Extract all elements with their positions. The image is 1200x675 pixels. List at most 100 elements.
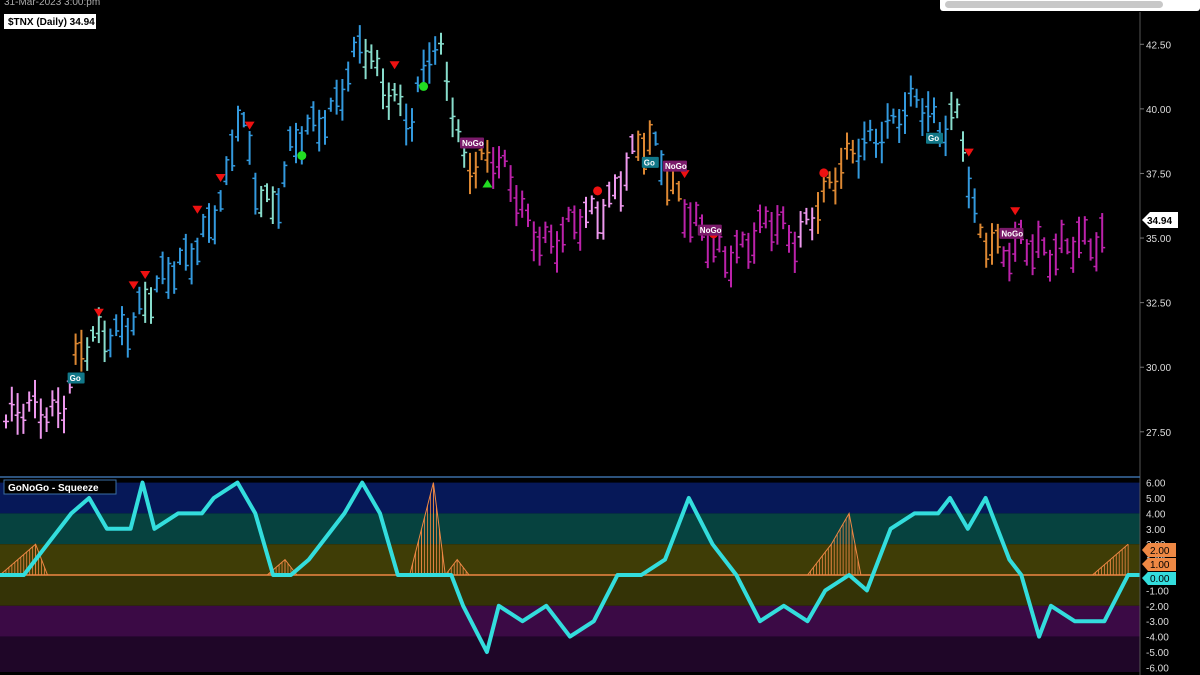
chart-canvas: Go Go Go NoGo NoGo NoGo NoGo 42.50 40.00 37.50 35… bbox=[0, 12, 1178, 675]
price-bar bbox=[652, 131, 659, 146]
price-bar bbox=[1023, 239, 1030, 266]
price-bar bbox=[745, 232, 752, 269]
price-bar bbox=[757, 204, 763, 234]
price-bar bbox=[565, 206, 572, 223]
price-bar bbox=[501, 149, 508, 168]
price-bar bbox=[385, 82, 392, 120]
price-bar bbox=[960, 131, 966, 162]
price-bar bbox=[1070, 236, 1077, 273]
down-triangle-1 bbox=[128, 281, 139, 290]
price-bar bbox=[1000, 246, 1007, 267]
price-bar bbox=[722, 246, 729, 278]
squeeze-band-0 bbox=[0, 482, 1140, 514]
price-bar bbox=[751, 222, 758, 264]
price-bar bbox=[971, 188, 978, 223]
price-bar bbox=[391, 82, 398, 102]
nogo-label-3: NoGo bbox=[1001, 229, 1023, 238]
price-bar bbox=[646, 120, 653, 155]
price-bar bbox=[965, 166, 972, 209]
price-bar bbox=[148, 287, 154, 324]
go-label-2: Go bbox=[928, 134, 939, 143]
price-bar bbox=[913, 88, 920, 108]
price-bar bbox=[681, 199, 688, 238]
price-bar bbox=[316, 109, 323, 152]
price-bar bbox=[931, 97, 937, 124]
price-bar bbox=[188, 243, 195, 285]
price-bar bbox=[409, 108, 415, 142]
price-bar bbox=[258, 185, 265, 218]
price-bar bbox=[1087, 238, 1094, 261]
price-bar bbox=[490, 147, 497, 189]
price-bar bbox=[200, 213, 207, 238]
price-bar bbox=[768, 211, 775, 252]
price-bar bbox=[496, 146, 502, 179]
price-bar bbox=[8, 386, 15, 422]
price-bar bbox=[333, 79, 340, 115]
squeeze-band-4 bbox=[0, 605, 1140, 637]
squeeze-value-label-1: 1.00 bbox=[1150, 560, 1170, 571]
red-dot-2 bbox=[819, 168, 829, 178]
last-price-tag: 34.94 bbox=[1142, 212, 1178, 228]
squeeze-tick-label-12: -6.00 bbox=[1146, 663, 1169, 674]
price-bar bbox=[153, 275, 160, 293]
price-bar bbox=[554, 231, 560, 273]
price-bar bbox=[693, 201, 700, 227]
squeeze-tick-label-11: -5.00 bbox=[1146, 648, 1169, 659]
price-bar bbox=[3, 414, 9, 429]
price-tick-label-3: 35.00 bbox=[1146, 234, 1171, 245]
price-bar bbox=[983, 232, 990, 268]
price-bar bbox=[275, 188, 282, 229]
price-bar bbox=[264, 183, 270, 203]
price-bar bbox=[716, 234, 723, 253]
price-bar bbox=[594, 201, 601, 240]
price-bar bbox=[32, 379, 38, 419]
down-triangle-9 bbox=[1010, 207, 1021, 216]
squeeze-band-3 bbox=[0, 575, 1140, 606]
red-dot-0 bbox=[593, 186, 603, 196]
price-bar bbox=[1081, 216, 1088, 245]
price-bar bbox=[525, 203, 531, 228]
price-bar bbox=[107, 328, 114, 358]
price-bar bbox=[739, 231, 746, 248]
price-bar bbox=[954, 98, 961, 119]
down-triangle-6 bbox=[389, 61, 400, 70]
price-bar bbox=[246, 131, 253, 165]
price-bar bbox=[641, 132, 647, 175]
price-bar bbox=[762, 206, 769, 229]
price-bar bbox=[1041, 237, 1048, 256]
price-bar bbox=[432, 36, 439, 65]
price-bar bbox=[542, 221, 549, 244]
price-bar bbox=[507, 165, 514, 202]
price-bar bbox=[896, 109, 903, 144]
price-bar bbox=[281, 161, 288, 188]
price-bar bbox=[1064, 238, 1071, 255]
price-bar bbox=[171, 261, 178, 294]
squeeze-band-5 bbox=[0, 636, 1140, 672]
price-bar bbox=[374, 49, 381, 77]
price-bar bbox=[849, 139, 856, 164]
price-bar bbox=[867, 119, 874, 142]
price-bar bbox=[1052, 233, 1059, 276]
price-bar bbox=[832, 167, 839, 205]
price-bar bbox=[902, 92, 908, 134]
squeeze-tick-label-8: -2.00 bbox=[1146, 602, 1169, 613]
price-bar bbox=[583, 196, 589, 228]
price-bar bbox=[484, 139, 491, 173]
price-bar bbox=[861, 121, 868, 161]
squeeze-tick-label-2: 4.00 bbox=[1146, 509, 1166, 520]
price-bar bbox=[119, 306, 125, 346]
squeeze-tick-label-10: -4.00 bbox=[1146, 633, 1169, 644]
squeeze-tick-label-9: -3.00 bbox=[1146, 617, 1169, 628]
price-bar bbox=[90, 326, 96, 342]
price-bar bbox=[1029, 234, 1036, 276]
price-tick-label-2: 37.50 bbox=[1146, 169, 1171, 180]
price-bar bbox=[252, 172, 259, 215]
price-bar bbox=[124, 317, 131, 358]
price-bar bbox=[890, 108, 897, 124]
price-bar bbox=[368, 44, 375, 69]
price-bar bbox=[774, 205, 781, 245]
green-dot-1 bbox=[419, 81, 429, 91]
price-bar bbox=[530, 221, 537, 262]
price-bar bbox=[351, 36, 357, 58]
price-bar bbox=[536, 226, 543, 266]
